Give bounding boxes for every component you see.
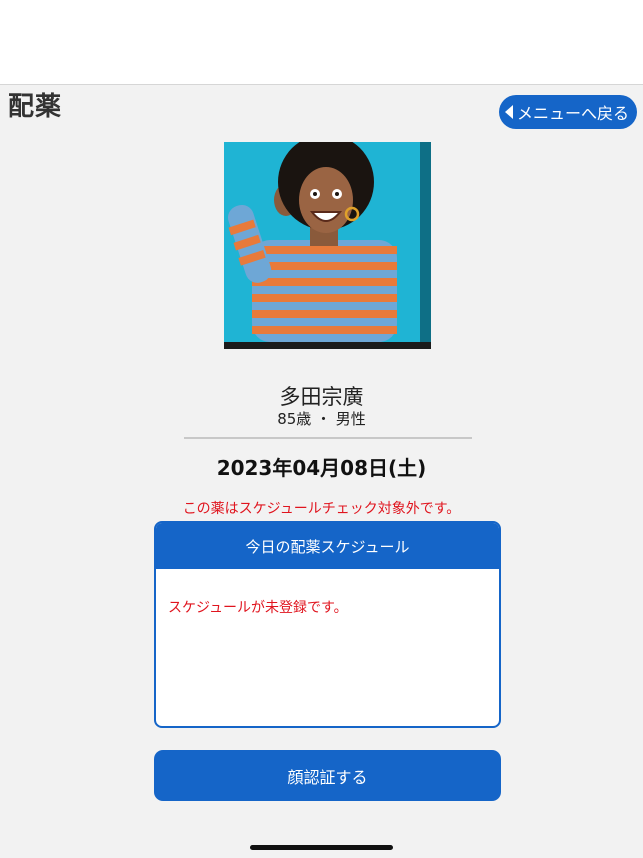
current-date: 2023年04月08日(土) bbox=[216, 456, 427, 480]
back-to-menu-button[interactable]: メニューへ戻る bbox=[499, 95, 637, 129]
home-indicator[interactable] bbox=[250, 845, 393, 850]
back-arrow-icon bbox=[505, 105, 513, 119]
schedule-panel-header: 今日の配薬スケジュール bbox=[156, 523, 499, 569]
page-title: 配薬 bbox=[8, 92, 63, 122]
schedule-check-notice: この薬はスケジュールチェック対象外です。 bbox=[182, 501, 461, 517]
top-status-area bbox=[0, 0, 643, 85]
patient-name: 多田宗廣 bbox=[279, 385, 364, 409]
patient-age-gender: 85歳 ・ 男性 bbox=[277, 410, 366, 428]
patient-photo bbox=[224, 142, 431, 349]
back-to-menu-label: メニューへ戻る bbox=[517, 104, 630, 123]
schedule-empty-message: スケジュールが未登録です。 bbox=[168, 600, 348, 616]
divider bbox=[184, 437, 472, 439]
face-auth-button[interactable]: 顔認証する bbox=[154, 750, 501, 801]
schedule-panel: 今日の配薬スケジュール スケジュールが未登録です。 bbox=[154, 521, 501, 728]
patient-photo-image bbox=[224, 142, 431, 349]
